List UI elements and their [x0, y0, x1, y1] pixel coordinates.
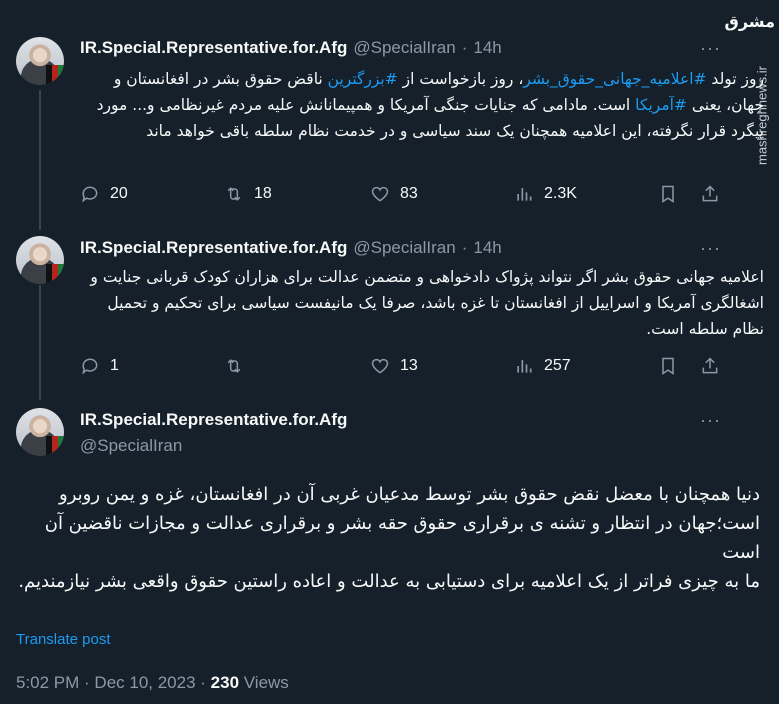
tweet-text-part: روز تولد [706, 70, 764, 88]
like-icon [371, 358, 389, 374]
author-name[interactable]: IR.Special.Representative.for.Afg [80, 238, 347, 258]
repost-icon [227, 359, 241, 373]
views-icon [517, 188, 532, 201]
tweet-time[interactable]: 14h [473, 38, 501, 58]
main-text-paragraph: دنیا همچنان با معضل نقض حقوق بشر توسط مد… [44, 484, 760, 563]
share-icon [702, 357, 718, 374]
views-count: 257 [544, 357, 571, 374]
tweet-2[interactable]: IR.Special.Representative.for.Afg @Speci… [0, 220, 779, 390]
author-handle[interactable]: @SpecialIran [353, 238, 455, 258]
views-icon [517, 360, 532, 373]
author-handle[interactable]: @SpecialIran [80, 436, 182, 456]
translate-link[interactable]: Translate post [16, 631, 111, 648]
main-text-paragraph: ما به چیزی فراتر از یک اعلامیه برای دستی… [18, 571, 760, 592]
tweet-meta: 5:02 PM · Dec 10, 2023 · 230 Views [16, 673, 289, 693]
tweet-1[interactable]: IR.Special.Representative.for.Afg @Speci… [0, 0, 779, 220]
reply-button[interactable]: 1 [80, 356, 119, 376]
thread-line [39, 285, 41, 400]
views-button[interactable]: 2.3K [514, 184, 577, 204]
avatar[interactable] [16, 37, 64, 85]
tweet-text: اعلامیه جهانی حقوق بشر اگر نتواند پژواک … [90, 268, 764, 338]
tweet-text: روز تولد #اعلامیه_جهانی_حقوق_بشر، روز با… [80, 66, 764, 144]
separator-dot: · [461, 38, 468, 57]
main-tweet-text: دنیا همچنان با معضل نقض حقوق بشر توسط مد… [18, 480, 760, 596]
like-count: 83 [400, 185, 418, 202]
like-count: 13 [400, 357, 418, 374]
hashtag-link[interactable]: #اعلامیه_جهانی_حقوق_بشر [523, 70, 706, 88]
like-button[interactable]: 83 [370, 184, 418, 204]
repost-count: 18 [254, 185, 272, 202]
share-icon [702, 185, 718, 202]
hashtag-link[interactable]: #آمریکا [635, 96, 687, 114]
author-name[interactable]: IR.Special.Representative.for.Afg [80, 410, 347, 430]
views-label: Views [239, 673, 289, 692]
thread-line [39, 90, 41, 230]
bookmark-button[interactable] [658, 356, 678, 376]
author-name[interactable]: IR.Special.Representative.for.Afg [80, 38, 347, 58]
reply-button[interactable]: 20 [80, 184, 128, 204]
more-icon[interactable]: ··· [700, 38, 721, 59]
views-number: 230 [210, 673, 240, 692]
avatar[interactable] [16, 408, 64, 456]
more-icon[interactable]: ··· [700, 410, 721, 431]
separator-dot: · [461, 238, 468, 257]
bookmark-icon [662, 185, 674, 203]
share-button[interactable] [700, 184, 720, 204]
hashtag-link[interactable]: #بزرگترین [328, 70, 398, 88]
like-icon [371, 186, 389, 202]
avatar[interactable] [16, 236, 64, 284]
reply-count: 20 [110, 185, 128, 202]
views-count: 2.3K [544, 185, 577, 202]
bookmark-icon [662, 357, 674, 375]
author-handle[interactable]: @SpecialIran [353, 38, 455, 58]
timestamp[interactable]: 5:02 PM · Dec 10, 2023 · [16, 673, 211, 692]
views-button[interactable]: 257 [514, 356, 571, 376]
repost-button[interactable]: 18 [224, 184, 272, 204]
bookmark-button[interactable] [658, 184, 678, 204]
repost-icon [227, 187, 241, 201]
reply-icon [82, 358, 98, 375]
like-button[interactable]: 13 [370, 356, 418, 376]
tweet-time[interactable]: 14h [473, 238, 501, 258]
share-button[interactable] [700, 356, 720, 376]
more-icon[interactable]: ··· [700, 238, 721, 259]
tweet-text-part: ، روز بازخواست از [397, 70, 524, 88]
reply-count: 1 [110, 357, 119, 374]
reply-icon [82, 186, 98, 203]
repost-button[interactable] [224, 356, 254, 376]
